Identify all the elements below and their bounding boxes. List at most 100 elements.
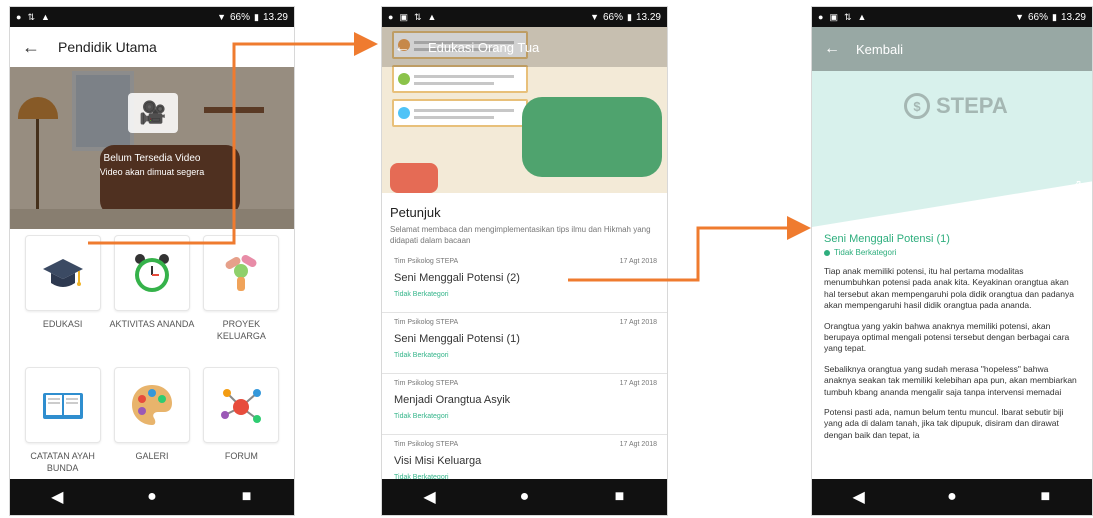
article-item[interactable]: Tim Psikolog STEPA 17 Agt 2018 Menjadi Or… <box>382 374 667 435</box>
palette-icon <box>113 367 190 443</box>
article-title: Seni Menggali Potensi (2) <box>394 272 520 284</box>
status-bar: ● ▣ ⇅ ▲ ▼ 66% ▮ 13.29 <box>382 7 667 27</box>
menu-tile-forum[interactable]: FORUM <box>197 367 286 495</box>
nav-home-icon[interactable]: ● <box>505 488 545 506</box>
battery-level: 66% <box>230 11 251 23</box>
page-title: Edukasi Orang Tua <box>428 40 540 55</box>
nav-recent-icon[interactable]: ■ <box>227 488 267 506</box>
signal-icon: ⇅ <box>843 11 852 22</box>
nav-recent-icon[interactable]: ■ <box>1025 488 1065 506</box>
phone-screen-edukasi-orang-tua: ● ▣ ⇅ ▲ ▼ 66% ▮ 13.29 ← Edukasi Orang Tu… <box>381 6 668 516</box>
hands-icon <box>203 235 280 311</box>
menu-tile-proyek-keluarga[interactable]: PROYEK KELUARGA <box>197 235 286 363</box>
menu-tile-label: EDUKASI <box>42 319 83 329</box>
nav-home-icon[interactable]: ● <box>932 488 972 506</box>
menu-tile-galeri[interactable]: GALERI <box>107 367 196 495</box>
image-icon: ▣ <box>399 11 408 22</box>
article-date: 17 Agt 2018 <box>619 319 657 326</box>
image-icon: ▣ <box>829 11 838 22</box>
battery-level: 66% <box>603 11 624 23</box>
nav-recent-icon[interactable]: ■ <box>600 488 640 506</box>
article-category: Tidak Berkategori <box>824 248 1080 257</box>
article-category: Tidak Berkategori <box>394 352 449 359</box>
instructions-text: Selamat membaca dan mengimplementasikan … <box>390 225 651 245</box>
menu-tile-label: PROYEK KELUARGA <box>216 319 266 341</box>
menu-tile-label: FORUM <box>224 451 258 461</box>
back-label[interactable]: Kembali <box>856 42 903 57</box>
nav-back-icon[interactable]: ◀ <box>410 487 450 507</box>
article-title: Visi Misi Keluarga <box>394 455 482 467</box>
article-title: Menjadi Orangtua Asyik <box>394 394 511 406</box>
back-arrow-icon[interactable]: ← <box>824 40 840 58</box>
article-item[interactable]: Tim Psikolog STEPA 17 Agt 2018 Seni Mengg… <box>382 252 667 313</box>
article-category: Tidak Berkategori <box>394 291 449 298</box>
article-date: 17 Agt 2018 <box>619 380 657 387</box>
article-category-label: Tidak Berkategori <box>834 248 897 257</box>
notification-icon: ● <box>16 12 22 22</box>
status-bar: ● ▣ ⇅ ▲ ▼ 66% ▮ 13.29 <box>812 7 1092 27</box>
open-book-icon <box>24 367 101 443</box>
article-author: Tim Psikolog STEPA <box>394 380 459 387</box>
instructions-section: Petunjuk Selamat membaca dan mengimpleme… <box>382 193 667 252</box>
alarm-clock-icon <box>113 235 190 311</box>
header-illustration: ← Edukasi Orang Tua <box>382 27 667 193</box>
article-date: 17 Agt 2018 <box>619 441 657 448</box>
signal-icon: ⇅ <box>413 11 422 22</box>
article-item[interactable]: Tim Psikolog STEPA 17 Agt 2018 Seni Mengg… <box>382 313 667 374</box>
banner-overlay <box>10 67 294 229</box>
battery-level: 66% <box>1028 11 1049 23</box>
app-bar: ← Pendidik Utama <box>10 27 294 67</box>
illustration-card <box>392 65 528 93</box>
article-paragraph: Potensi pasti ada, namun belum tentu mun… <box>824 407 1064 440</box>
stepa-logo-icon: $ <box>904 93 930 119</box>
signal-icon: ⇅ <box>27 11 35 22</box>
article-title: Seni Menggali Potensi (1) <box>394 333 520 345</box>
warning-icon: ▲ <box>40 12 50 22</box>
app-bar: ← Kembali <box>812 27 1092 71</box>
instructions-title: Petunjuk <box>390 205 441 220</box>
menu-tile-catatan-ayah-bunda[interactable]: CATATAN AYAH BUNDA <box>18 367 107 495</box>
stepa-logo: $ STEPA <box>904 93 1008 119</box>
article-date: 17 Agt 2018 <box>619 258 657 265</box>
system-nav-bar: ◀ ● ■ <box>10 479 294 515</box>
wifi-icon: ▼ <box>1015 12 1024 22</box>
nav-back-icon[interactable]: ◀ <box>839 487 879 507</box>
wifi-icon: ▼ <box>590 12 599 22</box>
menu-tile-edukasi[interactable]: EDUKASI <box>18 235 107 363</box>
network-icon <box>203 367 280 443</box>
article-paragraph: Orangtua yang yakin bahwa anaknya memili… <box>824 320 1070 354</box>
menu-tile-label: GALERI <box>135 451 169 461</box>
stepa-logo-text: STEPA <box>936 93 1008 118</box>
illustration-toy <box>390 163 438 193</box>
category-dot-icon <box>824 249 830 256</box>
article-paragraph: Tiap anak memiliki potensi, itu hal pert… <box>824 266 1074 311</box>
article-header: ← Kembali $ STEPA ⇗ <box>812 27 1092 227</box>
warning-icon: ▲ <box>857 12 867 22</box>
page-title: Pendidik Utama <box>58 39 157 55</box>
nav-back-icon[interactable]: ◀ <box>37 487 77 507</box>
article-list: Tim Psikolog STEPA 17 Agt 2018 Seni Mengg… <box>382 252 667 496</box>
warning-icon: ▲ <box>427 12 437 22</box>
article-author: Tim Psikolog STEPA <box>394 258 459 265</box>
article-category: Tidak Berkategori <box>394 413 449 420</box>
back-arrow-icon[interactable]: ← <box>22 37 40 58</box>
article-paragraph: Sebaliknya orangtua yang sudah merasa "h… <box>824 363 1077 397</box>
menu-tile-label: CATATAN AYAH BUNDA <box>30 451 95 473</box>
video-banner[interactable]: 🎥 Belum Tersedia Video Video akan dimuat… <box>10 67 294 229</box>
nav-home-icon[interactable]: ● <box>132 488 172 506</box>
clock: 13.29 <box>1060 11 1086 23</box>
back-arrow-icon[interactable]: ← <box>394 39 410 57</box>
phone-screen-article-detail: ● ▣ ⇅ ▲ ▼ 66% ▮ 13.29 ← Kembali $ STEPA … <box>811 6 1093 516</box>
notification-icon: ● <box>818 12 824 22</box>
menu-tile-aktivitas-ananda[interactable]: AKTIVITAS ANANDA <box>107 235 196 363</box>
article-author: Tim Psikolog STEPA <box>394 441 459 448</box>
graduation-cap-icon <box>24 235 101 311</box>
wifi-icon: ▼ <box>217 12 226 22</box>
article-author: Tim Psikolog STEPA <box>394 319 459 326</box>
battery-icon: ▮ <box>627 11 632 22</box>
system-nav-bar: ◀ ● ■ <box>382 479 667 515</box>
menu-grid: EDUKASI AKTIVITAS ANANDA PROYEK KELUARGA… <box>10 229 294 501</box>
clock: 13.29 <box>635 11 661 23</box>
share-icon[interactable]: ⇗ <box>1072 177 1082 191</box>
system-nav-bar: ◀ ● ■ <box>812 479 1092 515</box>
